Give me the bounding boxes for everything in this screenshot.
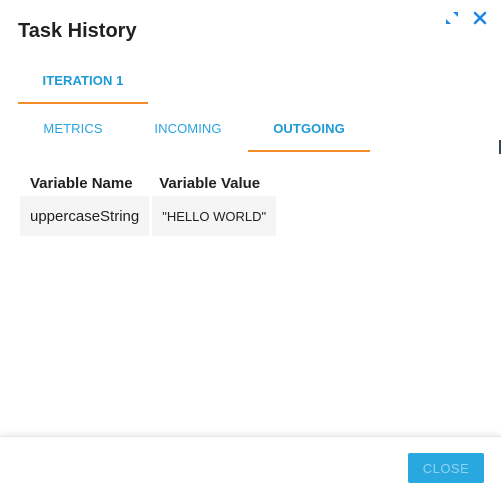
- column-header-variable-name: Variable Name: [30, 174, 133, 192]
- table-header-row: Variable Name Variable Value: [20, 170, 276, 196]
- tab-incoming[interactable]: INCOMING: [134, 108, 242, 148]
- tab-iteration-1-label: ITERATION 1: [42, 72, 124, 88]
- variables-table: Variable Name Variable Value uppercaseSt…: [20, 170, 277, 236]
- tab-metrics[interactable]: METRICS: [18, 108, 128, 148]
- tab-incoming-label: INCOMING: [154, 120, 222, 136]
- tab-outgoing[interactable]: OUTGOING: [248, 108, 370, 152]
- variable-name-cell: uppercaseString: [20, 196, 150, 236]
- close-icon[interactable]: [470, 8, 490, 28]
- dialog-title: Task History: [18, 20, 137, 42]
- tab-iteration-1[interactable]: ITERATION 1: [18, 60, 148, 104]
- dialog-footer: CLOSE: [0, 436, 501, 485]
- column-header-variable-value: Variable Value: [159, 174, 261, 192]
- close-button[interactable]: CLOSE: [408, 453, 484, 483]
- tab-active-underline: [18, 102, 148, 104]
- tab-metrics-label: METRICS: [43, 120, 103, 136]
- tab-active-underline: [248, 150, 370, 152]
- task-history-dialog: Task History ITERATION 1 METRICS INCOMIN…: [0, 0, 501, 485]
- expand-icon[interactable]: [442, 8, 462, 28]
- variable-value-cell: "HELLO WORLD": [149, 196, 277, 236]
- table-row: uppercaseString "HELLO WORLD": [20, 196, 277, 236]
- tab-outgoing-label: OUTGOING: [273, 120, 345, 136]
